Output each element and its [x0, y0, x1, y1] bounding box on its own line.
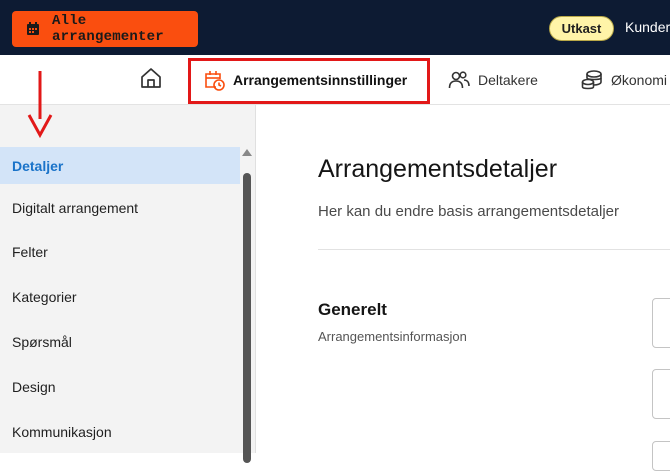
sidebar-item-detaljer[interactable]: Detaljer	[0, 147, 240, 184]
sidebar-scrollbar[interactable]	[241, 147, 253, 463]
tab-okonomi-label: Økonomi	[611, 72, 668, 88]
all-events-label: Alle arrangementer	[52, 13, 164, 45]
coins-icon	[581, 70, 602, 90]
top-bar: Alle arrangementer Utkast Kunder	[0, 0, 670, 55]
tab-deltakere[interactable]: Deltakere	[448, 55, 538, 105]
short-name-field[interactable]	[652, 369, 670, 419]
home-icon[interactable]	[140, 67, 162, 94]
page-title: Arrangementsdetaljer	[318, 155, 558, 183]
extra-field[interactable]	[652, 441, 670, 471]
section-subtitle: Arrangementsinformasjon	[318, 329, 467, 344]
tab-okonomi[interactable]: Økonomi	[581, 55, 667, 105]
divider	[318, 249, 670, 250]
sidebar-item-design[interactable]: Design	[0, 368, 240, 405]
name-field[interactable]	[652, 298, 670, 348]
scrollbar-thumb[interactable]	[243, 173, 251, 463]
tab-bar: Arrangementsinnstillinger Deltakere Økon…	[0, 55, 670, 105]
sidebar-item-digitalt-arrangement[interactable]: Digitalt arrangement	[0, 189, 240, 226]
page-subtitle: Her kan du endre basis arrangementsdetal…	[318, 203, 620, 220]
sidebar: Detaljer Digitalt arrangement Felter Kat…	[0, 105, 256, 463]
sidebar-item-kommunikasjon[interactable]: Kommunikasjon	[0, 413, 240, 450]
all-events-button[interactable]: Alle arrangementer	[12, 11, 198, 47]
customer-menu[interactable]: Kunder	[625, 19, 670, 35]
tab-arrangementsinnstillinger[interactable]: Arrangementsinnstillinger	[203, 55, 407, 105]
annotation-down-arrow-icon	[26, 71, 54, 144]
calendar-clock-icon	[205, 71, 225, 91]
section-title: Generelt	[318, 300, 387, 319]
scroll-up-arrow-icon[interactable]	[242, 149, 252, 156]
calendar-icon	[26, 22, 40, 36]
sidebar-item-felter[interactable]: Felter	[0, 233, 240, 270]
sidebar-item-kategorier[interactable]: Kategorier	[0, 278, 240, 315]
status-badge: Utkast	[549, 16, 614, 41]
sidebar-item-sporsmal[interactable]: Spørsmål	[0, 323, 240, 360]
people-icon	[448, 71, 470, 89]
tab-settings-label: Arrangementsinnstillinger	[233, 72, 408, 88]
tab-deltakere-label: Deltakere	[478, 72, 538, 88]
